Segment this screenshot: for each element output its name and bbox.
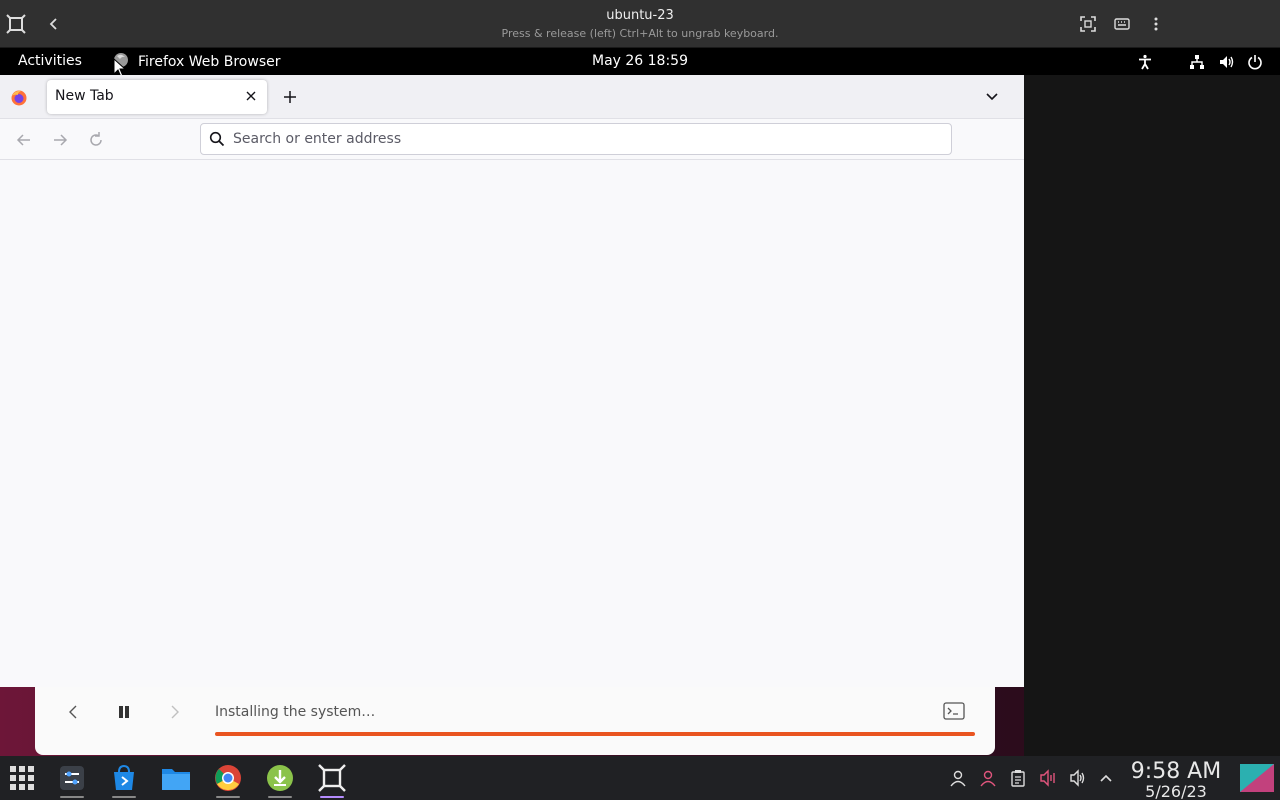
- tab-title: New Tab: [55, 88, 114, 104]
- reload-icon[interactable]: [86, 130, 106, 150]
- date-time-clock[interactable]: May 26 18:59: [592, 53, 688, 69]
- back-arrow-icon[interactable]: [14, 130, 34, 150]
- close-icon[interactable]: [243, 88, 259, 104]
- network-icon[interactable]: [1188, 53, 1206, 71]
- installer-progress-fill: [215, 732, 975, 736]
- user-icon[interactable]: [948, 768, 968, 788]
- desktop-background: [1024, 75, 1280, 756]
- app-grid-icon[interactable]: [4, 760, 40, 796]
- taskbar-date[interactable]: 5/26/23: [1126, 782, 1226, 800]
- running-indicator: [60, 796, 84, 798]
- fullscreen-icon[interactable]: [1074, 10, 1102, 38]
- address-bar[interactable]: [200, 123, 952, 155]
- guest-desktop: Activities Firefox Web Browser May 26 18…: [0, 48, 1280, 756]
- navigation-toolbar: [0, 119, 1024, 160]
- active-indicator: [320, 796, 344, 798]
- terminal-icon[interactable]: [943, 702, 965, 720]
- chrome-icon[interactable]: [210, 760, 246, 798]
- running-indicator: [216, 796, 240, 798]
- show-desktop-icon[interactable]: [1240, 764, 1274, 792]
- address-input[interactable]: [233, 125, 933, 153]
- accessibility-icon[interactable]: [1136, 53, 1154, 71]
- chevron-right-icon[interactable]: [165, 703, 183, 721]
- running-indicator: [112, 796, 136, 798]
- chevron-down-icon[interactable]: [982, 87, 1002, 107]
- vm-app-icon[interactable]: [314, 760, 350, 798]
- mic-muted-icon[interactable]: [1038, 768, 1058, 788]
- gnome-top-bar: Activities Firefox Web Browser May 26 18…: [0, 48, 1280, 78]
- kebab-menu-icon[interactable]: [1142, 10, 1170, 38]
- chevron-left-icon[interactable]: [65, 703, 83, 721]
- settings-icon[interactable]: [54, 760, 90, 798]
- tab-bar: New Tab: [0, 75, 1024, 119]
- host-taskbar: 9:58 AM 5/26/23: [0, 756, 1280, 800]
- plus-icon[interactable]: [280, 87, 300, 107]
- store-icon[interactable]: [106, 760, 142, 798]
- taskbar-time[interactable]: 9:58 AM: [1126, 759, 1226, 784]
- pause-icon[interactable]: [115, 703, 133, 721]
- firefox-window: New Tab: [0, 75, 1024, 687]
- tab-new-tab[interactable]: New Tab: [47, 80, 267, 114]
- running-indicator: [268, 796, 292, 798]
- user-alt-icon[interactable]: [978, 768, 998, 788]
- installer-progress-panel: Installing the system…: [35, 687, 995, 755]
- page-content: [0, 160, 1024, 687]
- installer-progress-bar: [215, 732, 975, 736]
- firefox-logo[interactable]: [10, 89, 28, 107]
- installer-status-text: Installing the system…: [215, 704, 376, 720]
- volume-icon[interactable]: [1068, 768, 1088, 788]
- forward-arrow-icon[interactable]: [50, 130, 70, 150]
- clipboard-icon[interactable]: [1008, 768, 1028, 788]
- files-icon[interactable]: [158, 760, 194, 796]
- download-app-icon[interactable]: [262, 760, 298, 798]
- search-icon: [209, 131, 225, 147]
- chevron-up-icon[interactable]: [1096, 768, 1116, 788]
- volume-icon[interactable]: [1218, 53, 1236, 71]
- power-icon[interactable]: [1246, 53, 1264, 71]
- app-menu[interactable]: Firefox Web Browser: [112, 51, 281, 73]
- keyboard-icon[interactable]: [1108, 10, 1136, 38]
- vm-window-header: ubuntu-23 Press & release (left) Ctrl+Al…: [0, 0, 1280, 48]
- activities-button[interactable]: Activities: [18, 53, 82, 69]
- app-menu-label: Firefox Web Browser: [138, 54, 281, 70]
